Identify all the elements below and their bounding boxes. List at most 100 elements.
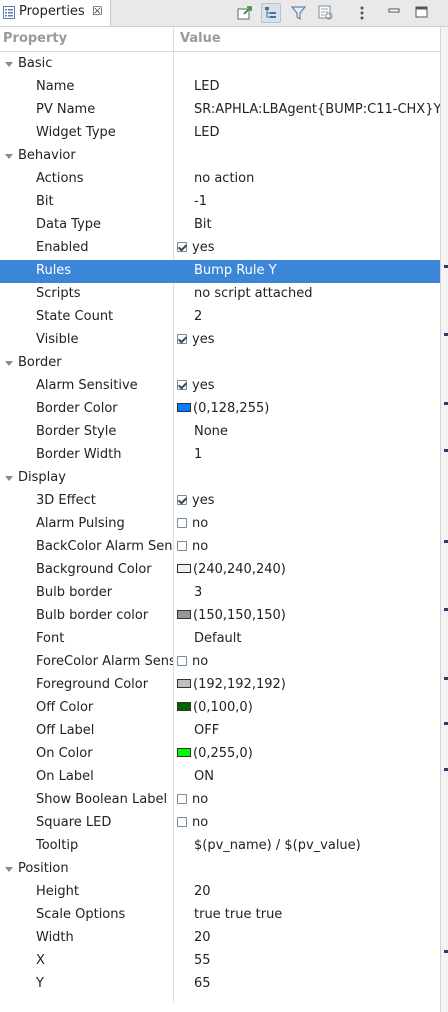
property-row-backcolor-alarm-sensitive[interactable]: BackColor Alarm Sensitive no: [0, 536, 440, 559]
property-row-show-boolean-label[interactable]: Show Boolean Label no: [0, 789, 440, 812]
property-value[interactable]: (0,100,0): [177, 700, 440, 715]
category-position[interactable]: Position: [0, 858, 440, 881]
property-row-border-width[interactable]: Border Width 1: [0, 444, 440, 467]
property-row-pv-name[interactable]: PV Name SR:APHLA:LBAgent{BUMP:C11-CHX}Y: [0, 99, 440, 122]
show-categories-icon[interactable]: [261, 3, 281, 23]
property-row-rules[interactable]: Rules Bump Rule Y: [0, 260, 440, 283]
checkbox-checked-icon[interactable]: [177, 334, 187, 344]
property-row-alarm-pulsing[interactable]: Alarm Pulsing no: [0, 513, 440, 536]
property-row-bulb-border[interactable]: Bulb border 3: [0, 582, 440, 605]
category-display[interactable]: Display: [0, 467, 440, 490]
category-border[interactable]: Border: [0, 352, 440, 375]
property-row-tooltip[interactable]: Tooltip $(pv_name) / $(pv_value): [0, 835, 440, 858]
property-value[interactable]: None: [194, 424, 440, 439]
property-value[interactable]: yes: [177, 240, 440, 255]
property-value[interactable]: Default: [194, 631, 440, 646]
property-value[interactable]: OFF: [194, 723, 440, 738]
category-behavior[interactable]: Behavior: [0, 145, 440, 168]
property-value[interactable]: no: [177, 792, 440, 807]
property-value[interactable]: Bit: [194, 217, 440, 232]
property-value[interactable]: no: [177, 815, 440, 830]
property-row-font[interactable]: Font Default: [0, 628, 440, 651]
checkbox-checked-icon[interactable]: [177, 242, 187, 252]
checkbox-unchecked-icon[interactable]: [177, 541, 187, 551]
properties-tab[interactable]: Properties ☒: [0, 0, 111, 26]
property-row-3d-effect[interactable]: 3D Effect yes: [0, 490, 440, 513]
property-value[interactable]: (150,150,150): [177, 608, 440, 623]
property-value[interactable]: yes: [177, 332, 440, 347]
vertical-scrollbar[interactable]: [440, 27, 448, 1012]
checkbox-unchecked-icon[interactable]: [177, 656, 187, 666]
property-value[interactable]: LED: [194, 125, 440, 140]
property-row-enabled[interactable]: Enabled yes: [0, 237, 440, 260]
property-value[interactable]: (192,192,192): [177, 677, 440, 692]
minimize-icon[interactable]: [385, 3, 405, 23]
property-value[interactable]: yes: [177, 493, 440, 508]
property-column-header[interactable]: Property: [3, 31, 67, 46]
property-value[interactable]: 3: [194, 585, 440, 600]
property-value[interactable]: ON: [194, 769, 440, 784]
property-value[interactable]: no: [177, 516, 440, 531]
property-value[interactable]: -1: [194, 194, 440, 209]
filter-icon[interactable]: [289, 3, 309, 23]
property-row-foreground-color[interactable]: Foreground Color (192,192,192): [0, 674, 440, 697]
expand-arrow-icon[interactable]: [5, 154, 13, 159]
property-value[interactable]: true true true: [194, 907, 440, 922]
property-row-state-count[interactable]: State Count 2: [0, 306, 440, 329]
property-row-name[interactable]: Name LED: [0, 76, 440, 99]
property-value[interactable]: 20: [194, 930, 440, 945]
property-value[interactable]: (0,128,255): [177, 401, 440, 416]
checkbox-checked-icon[interactable]: [177, 380, 187, 390]
property-row-forecolor-alarm-sensitive[interactable]: ForeColor Alarm Sensitive no: [0, 651, 440, 674]
checkbox-unchecked-icon[interactable]: [177, 518, 187, 528]
property-row-widget-type[interactable]: Widget Type LED: [0, 122, 440, 145]
expand-arrow-icon[interactable]: [5, 476, 13, 481]
category-basic[interactable]: Basic: [0, 53, 440, 76]
property-value[interactable]: SR:APHLA:LBAgent{BUMP:C11-CHX}Y: [194, 102, 440, 117]
property-value[interactable]: (0,255,0): [177, 746, 440, 761]
property-value[interactable]: LED: [194, 79, 440, 94]
property-row-x[interactable]: X 55: [0, 950, 440, 973]
property-row-actions[interactable]: Actions no action: [0, 168, 440, 191]
property-value[interactable]: Bump Rule Y: [194, 263, 440, 278]
property-value[interactable]: no: [177, 654, 440, 669]
pin-editor-icon[interactable]: [235, 3, 255, 23]
property-row-visible[interactable]: Visible yes: [0, 329, 440, 352]
property-row-border-style[interactable]: Border Style None: [0, 421, 440, 444]
close-tab-icon[interactable]: ☒: [92, 4, 103, 18]
show-advanced-icon[interactable]: [316, 3, 336, 23]
property-value[interactable]: 1: [194, 447, 440, 462]
expand-arrow-icon[interactable]: [5, 361, 13, 366]
property-value[interactable]: $(pv_name) / $(pv_value): [194, 838, 440, 853]
checkbox-checked-icon[interactable]: [177, 495, 187, 505]
property-value[interactable]: no: [177, 539, 440, 554]
property-row-on-color[interactable]: On Color (0,255,0): [0, 743, 440, 766]
property-row-alarm-sensitive[interactable]: Alarm Sensitive yes: [0, 375, 440, 398]
value-column-header[interactable]: Value: [180, 31, 221, 46]
property-value[interactable]: no action: [194, 171, 440, 186]
property-value[interactable]: no script attached: [194, 286, 440, 301]
property-row-on-label[interactable]: On Label ON: [0, 766, 440, 789]
property-row-background-color[interactable]: Background Color (240,240,240): [0, 559, 440, 582]
property-row-scripts[interactable]: Scripts no script attached: [0, 283, 440, 306]
property-row-off-label[interactable]: Off Label OFF: [0, 720, 440, 743]
property-row-data-type[interactable]: Data Type Bit: [0, 214, 440, 237]
property-row-height[interactable]: Height 20: [0, 881, 440, 904]
property-value[interactable]: 2: [194, 309, 440, 324]
property-row-bulb-border-color[interactable]: Bulb border color (150,150,150): [0, 605, 440, 628]
expand-arrow-icon[interactable]: [5, 62, 13, 67]
property-value[interactable]: 20: [194, 884, 440, 899]
property-row-scale-options[interactable]: Scale Options true true true: [0, 904, 440, 927]
property-row-square-led[interactable]: Square LED no: [0, 812, 440, 835]
property-value[interactable]: yes: [177, 378, 440, 393]
property-row-off-color[interactable]: Off Color (0,100,0): [0, 697, 440, 720]
checkbox-unchecked-icon[interactable]: [177, 817, 187, 827]
checkbox-unchecked-icon[interactable]: [177, 794, 187, 804]
expand-arrow-icon[interactable]: [5, 867, 13, 872]
view-menu-icon[interactable]: [352, 3, 372, 23]
property-value[interactable]: (240,240,240): [177, 562, 440, 577]
property-row-bit[interactable]: Bit -1: [0, 191, 440, 214]
property-value[interactable]: 65: [194, 976, 440, 991]
property-row-width[interactable]: Width 20: [0, 927, 440, 950]
property-row-border-color[interactable]: Border Color (0,128,255): [0, 398, 440, 421]
